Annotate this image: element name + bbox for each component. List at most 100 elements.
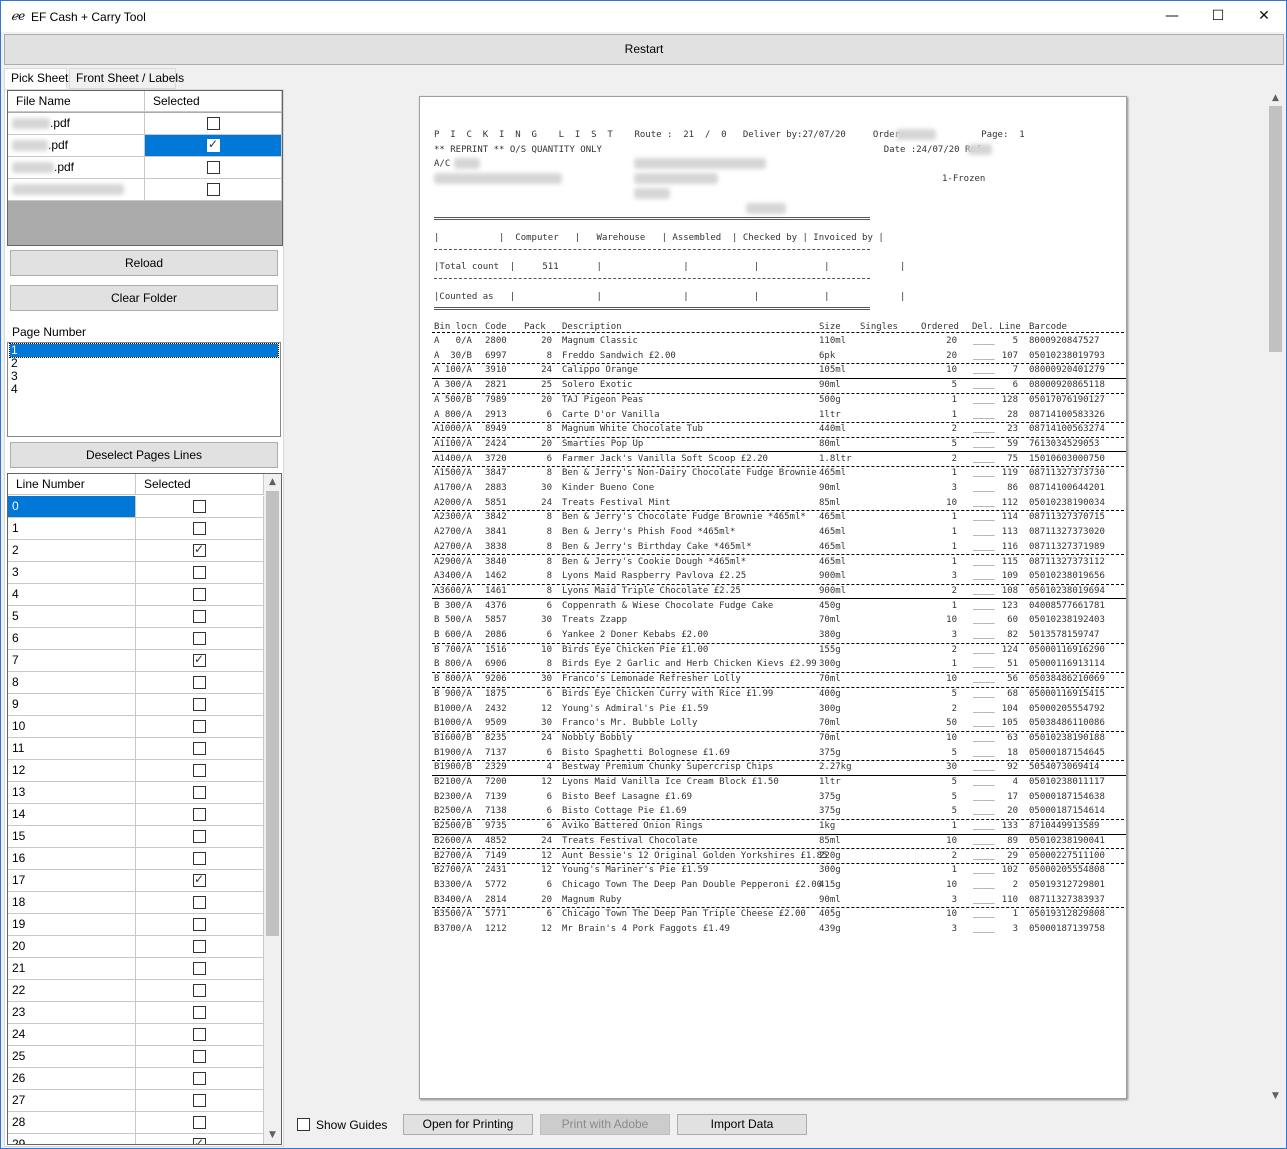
file-selected-cell[interactable] (145, 157, 282, 178)
line-number-cell[interactable]: 4 (8, 584, 136, 605)
line-row[interactable]: 24 (8, 1024, 264, 1046)
title-bar[interactable]: ℯe EF Cash + Carry Tool — ☐ ✕ (1, 1, 1286, 32)
column-header-selected[interactable]: Selected (136, 474, 264, 495)
line-number-cell[interactable]: 19 (8, 914, 136, 935)
file-selected-cell[interactable] (145, 179, 282, 200)
line-selected-cell[interactable] (136, 1024, 264, 1045)
line-row[interactable]: 15 (8, 826, 264, 848)
line-selected-cell[interactable] (136, 738, 264, 759)
line-row[interactable]: 11 (8, 738, 264, 760)
line-selected-cell[interactable] (136, 936, 264, 957)
line-selected-cell[interactable] (136, 804, 264, 825)
line-selected-checkbox[interactable] (193, 896, 206, 909)
scroll-up-icon[interactable]: ▲ (1267, 90, 1284, 107)
line-selected-checkbox[interactable] (193, 786, 206, 799)
line-selected-checkbox[interactable] (193, 676, 206, 689)
line-number-cell[interactable]: 6 (8, 628, 136, 649)
line-row[interactable]: 19 (8, 914, 264, 936)
line-number-grid[interactable]: Line Number Selected 0123456789101112131… (7, 473, 282, 1145)
line-selected-cell[interactable] (136, 716, 264, 737)
scrollbar-thumb[interactable] (266, 491, 279, 936)
line-selected-checkbox[interactable] (193, 698, 206, 711)
restart-button[interactable]: Restart (4, 34, 1284, 65)
line-selected-checkbox[interactable] (193, 764, 206, 777)
line-selected-checkbox[interactable] (193, 962, 206, 975)
reload-button[interactable]: Reload (10, 250, 278, 276)
file-selected-checkbox[interactable] (207, 183, 220, 196)
line-number-cell[interactable]: 8 (8, 672, 136, 693)
line-number-cell[interactable]: 23 (8, 1002, 136, 1023)
line-selected-checkbox[interactable] (193, 1136, 206, 1144)
file-selected-checkbox[interactable] (207, 161, 220, 174)
line-number-cell[interactable]: 3 (8, 562, 136, 583)
line-number-cell[interactable]: 21 (8, 958, 136, 979)
clear-folder-button[interactable]: Clear Folder (10, 285, 278, 311)
line-row[interactable]: 5 (8, 606, 264, 628)
show-guides-checkbox[interactable] (297, 1118, 310, 1131)
file-row[interactable]: .pdf (8, 135, 282, 157)
file-selected-cell[interactable] (145, 135, 282, 156)
file-name-cell[interactable]: .pdf (8, 113, 145, 134)
line-selected-cell[interactable] (136, 1068, 264, 1089)
line-number-cell[interactable]: 0 (8, 496, 136, 517)
line-selected-checkbox[interactable] (193, 742, 206, 755)
line-number-cell[interactable]: 18 (8, 892, 136, 913)
line-row[interactable]: 10 (8, 716, 264, 738)
line-selected-checkbox[interactable] (193, 632, 206, 645)
close-icon[interactable]: ✕ (1241, 1, 1287, 32)
line-selected-cell[interactable] (136, 518, 264, 539)
file-selected-checkbox[interactable] (207, 117, 220, 130)
line-selected-checkbox[interactable] (193, 830, 206, 843)
line-selected-cell[interactable] (136, 782, 264, 803)
line-number-cell[interactable]: 2 (8, 540, 136, 561)
minimize-icon[interactable]: — (1149, 1, 1195, 32)
line-selected-cell[interactable] (136, 958, 264, 979)
line-selected-checkbox[interactable] (193, 852, 206, 865)
line-row[interactable]: 3 (8, 562, 264, 584)
page-number-list[interactable]: 1234 (7, 342, 281, 437)
line-number-cell[interactable]: 20 (8, 936, 136, 957)
line-row[interactable]: 25 (8, 1046, 264, 1068)
scroll-up-icon[interactable]: ▲ (264, 474, 281, 491)
line-row[interactable]: 21 (8, 958, 264, 980)
line-selected-cell[interactable] (136, 848, 264, 869)
line-selected-cell[interactable] (136, 760, 264, 781)
line-number-cell[interactable]: 25 (8, 1046, 136, 1067)
line-selected-cell[interactable] (136, 980, 264, 1001)
line-selected-checkbox[interactable] (193, 1006, 206, 1019)
line-row[interactable]: 4 (8, 584, 264, 606)
line-selected-checkbox[interactable] (193, 588, 206, 601)
line-row[interactable]: 0 (8, 496, 264, 518)
line-row[interactable]: 17 (8, 870, 264, 892)
pdf-viewer[interactable]: P I C K I N G L I S T Route : 21 / 0 Del… (285, 89, 1284, 1105)
viewer-scrollbar[interactable]: ▲ ▼ (1267, 89, 1284, 1105)
line-selected-checkbox[interactable] (193, 940, 206, 953)
line-number-cell[interactable]: 14 (8, 804, 136, 825)
line-selected-checkbox[interactable] (193, 1072, 206, 1085)
line-selected-cell[interactable] (136, 1134, 264, 1144)
line-row[interactable]: 6 (8, 628, 264, 650)
line-number-cell[interactable]: 10 (8, 716, 136, 737)
page-list-item[interactable]: 2 (10, 357, 278, 370)
line-number-cell[interactable]: 15 (8, 826, 136, 847)
line-selected-checkbox[interactable] (193, 1094, 206, 1107)
line-number-cell[interactable]: 28 (8, 1112, 136, 1133)
line-row[interactable]: 22 (8, 980, 264, 1002)
file-name-cell[interactable]: .pdf (8, 135, 145, 156)
line-selected-cell[interactable] (136, 1046, 264, 1067)
line-selected-cell[interactable] (136, 628, 264, 649)
file-row[interactable]: .pdf (8, 113, 282, 135)
line-selected-cell[interactable] (136, 826, 264, 847)
line-number-cell[interactable]: 26 (8, 1068, 136, 1089)
tab-pick-sheet[interactable]: Pick Sheet (4, 68, 68, 90)
line-row[interactable]: 20 (8, 936, 264, 958)
line-selected-checkbox[interactable] (193, 1050, 206, 1063)
line-selected-checkbox[interactable] (193, 500, 206, 513)
line-row[interactable]: 2 (8, 540, 264, 562)
line-number-cell[interactable]: 11 (8, 738, 136, 759)
line-number-cell[interactable]: 22 (8, 980, 136, 1001)
line-row[interactable]: 1 (8, 518, 264, 540)
page-list-item[interactable]: 3 (10, 370, 278, 383)
line-selected-checkbox[interactable] (193, 1116, 206, 1129)
tab-front-sheet-labels[interactable]: Front Sheet / Labels (69, 68, 184, 89)
